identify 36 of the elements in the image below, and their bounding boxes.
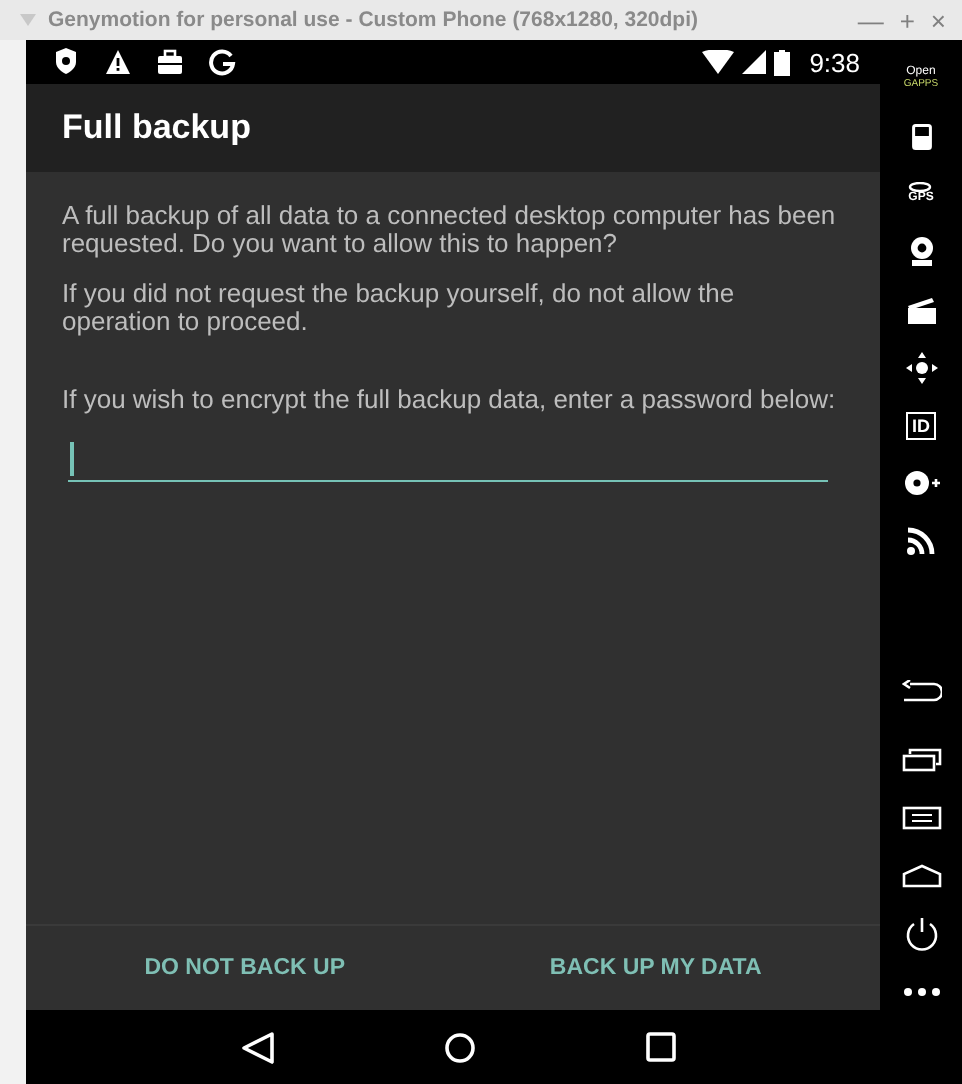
disk-plus-icon[interactable] xyxy=(903,470,939,496)
wifi-icon xyxy=(701,49,734,75)
signal-icon xyxy=(741,50,766,74)
back-icon[interactable] xyxy=(901,680,941,704)
clapperboard-icon[interactable] xyxy=(905,295,937,323)
cancel-button[interactable]: DO NOT BACK UP xyxy=(116,944,374,992)
back-icon[interactable] xyxy=(240,1031,277,1063)
clock-time: 9:38 xyxy=(809,47,860,77)
satellite-icon xyxy=(908,181,933,191)
more-icon[interactable] xyxy=(903,987,939,995)
battery-icon[interactable] xyxy=(911,121,931,149)
home-icon[interactable] xyxy=(901,863,941,887)
rss-icon[interactable] xyxy=(906,526,936,556)
recents-icon[interactable] xyxy=(901,747,941,771)
minimize-button[interactable]: — xyxy=(853,5,888,35)
power-icon[interactable] xyxy=(903,915,939,951)
dialog-title: Full backup xyxy=(62,108,251,148)
warning-icon xyxy=(104,48,132,76)
password-field[interactable] xyxy=(68,441,828,482)
shield-icon xyxy=(52,48,80,76)
recents-icon[interactable] xyxy=(645,1032,676,1062)
battery-icon xyxy=(773,49,790,75)
dpad-icon[interactable] xyxy=(903,349,939,385)
briefcase-icon xyxy=(156,48,184,76)
message-text: If you wish to encrypt the full backup data, enter a password below: xyxy=(62,386,836,414)
window-title: Genymotion for personal use - Custom Phone (768x1280, 320dpi) xyxy=(48,8,700,32)
maximize-button[interactable]: + xyxy=(895,5,919,35)
confirm-button[interactable]: BACK UP MY DATA xyxy=(521,944,790,992)
message-text: If you did not request the backup yourself, do not allow the operation to proceed. xyxy=(62,280,737,335)
webcam-icon[interactable] xyxy=(905,236,937,266)
id-button[interactable]: ID xyxy=(906,411,936,439)
close-button[interactable]: × xyxy=(926,5,950,35)
message-text: A full backup of all data to a connected desktop computer has been requested. Do you want to allow this to happen? xyxy=(62,202,836,257)
home-icon[interactable] xyxy=(444,1031,477,1063)
letter-g-icon xyxy=(208,48,236,76)
menu-icon[interactable] xyxy=(901,805,941,829)
